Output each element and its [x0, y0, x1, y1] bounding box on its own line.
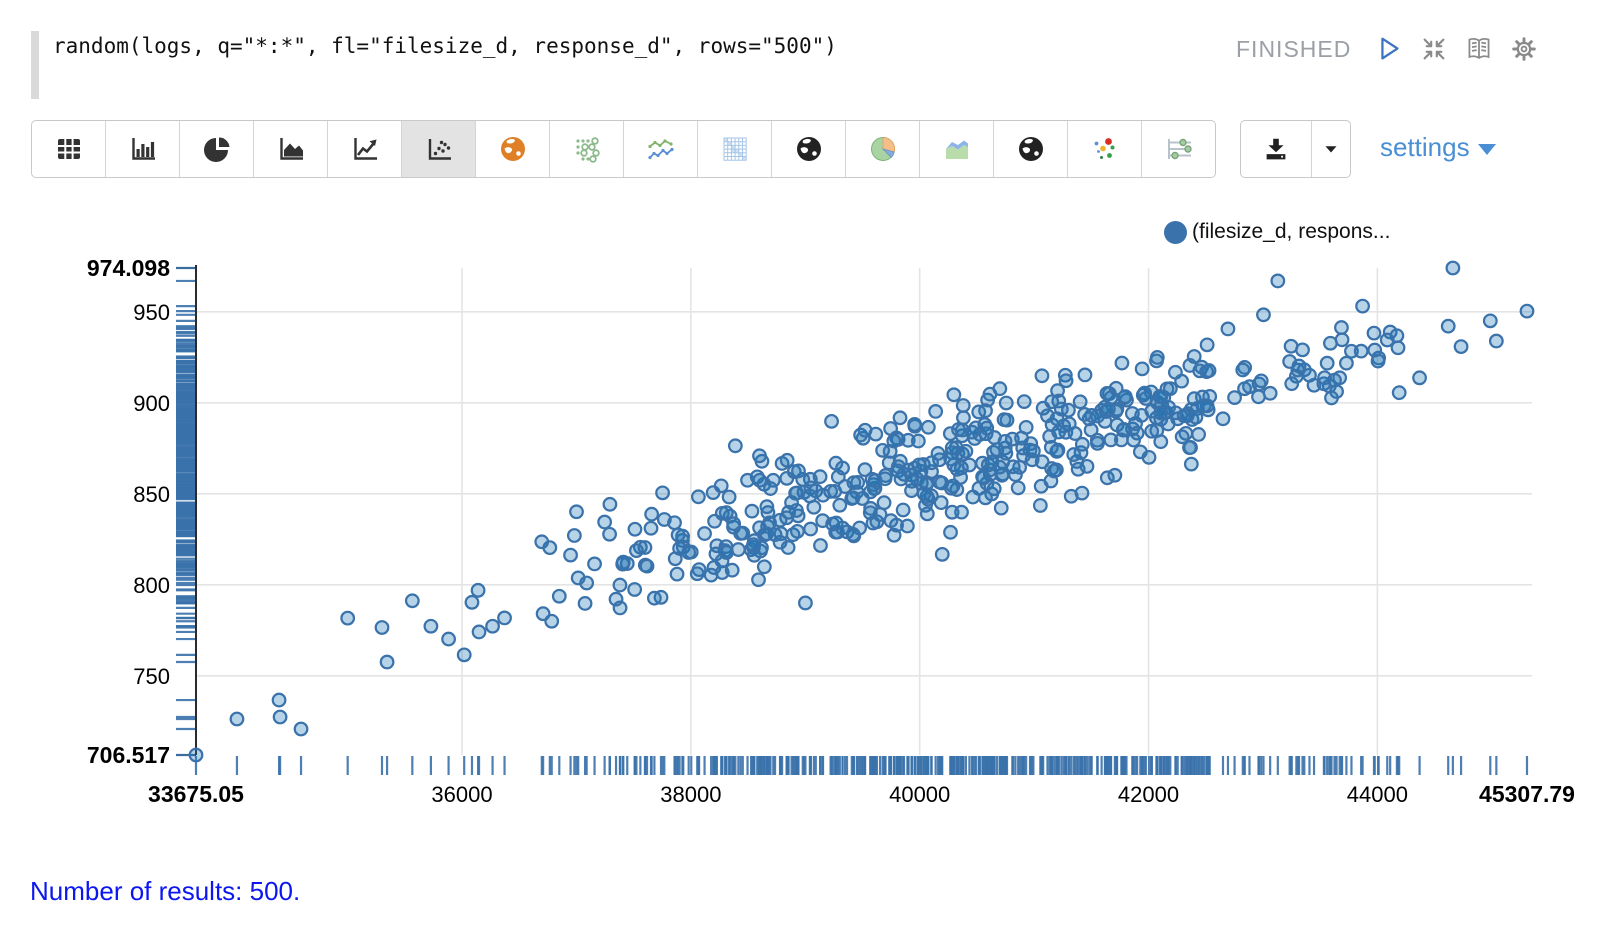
chart-type-pie-button[interactable]: [179, 121, 253, 177]
chart-type-line-button[interactable]: [327, 121, 401, 177]
chart-type-globe-dark2-button[interactable]: [993, 121, 1067, 177]
chart-type-toolbar: [31, 120, 1216, 178]
svg-text:974.098: 974.098: [87, 255, 170, 281]
globe-dark-icon: [1015, 133, 1047, 165]
svg-text:42000: 42000: [1118, 782, 1179, 807]
chart-type-pie-pastel-button[interactable]: [845, 121, 919, 177]
globe-dark-icon: [793, 133, 825, 165]
pie-pastel-icon: [867, 133, 899, 165]
area-chart-icon: [275, 133, 307, 165]
pie-chart-icon: [201, 133, 233, 165]
chart-type-table-button[interactable]: [32, 121, 105, 177]
settings-dropdown[interactable]: settings: [1380, 132, 1496, 163]
settings-label: settings: [1380, 132, 1470, 163]
chart-type-scatter-button[interactable]: [401, 121, 475, 177]
svg-text:38000: 38000: [660, 782, 721, 807]
svg-text:800: 800: [133, 573, 170, 598]
chart-type-bubble-button[interactable]: [1067, 121, 1141, 177]
bar-chart-icon: [127, 133, 159, 165]
svg-text:750: 750: [133, 664, 170, 689]
svg-text:900: 900: [133, 391, 170, 416]
chart-type-scatter-matrix-button[interactable]: [549, 121, 623, 177]
svg-text:45307.79: 45307.79: [1479, 781, 1575, 807]
diagonal-matrix-icon: [719, 133, 751, 165]
paragraph-controls: FINISHED: [1236, 34, 1539, 64]
run-icon[interactable]: [1374, 34, 1404, 64]
multi-line-icon: [645, 133, 677, 165]
chart-type-map-button[interactable]: [475, 121, 549, 177]
download-icon: [1261, 134, 1291, 164]
scatter-plot-icon: [423, 133, 455, 165]
chart-type-dot-sliders-button[interactable]: [1141, 121, 1215, 177]
table-icon: [53, 133, 85, 165]
svg-text:706.517: 706.517: [87, 742, 170, 768]
caret-down-icon: [1320, 138, 1342, 160]
chart-type-diagonal-matrix-button[interactable]: [697, 121, 771, 177]
chart-type-area-pastel-button[interactable]: [919, 121, 993, 177]
results-count-text: Number of results: 500.: [30, 876, 300, 907]
svg-text:33675.05: 33675.05: [148, 781, 244, 807]
svg-text:850: 850: [133, 482, 170, 507]
line-chart-icon: [349, 133, 381, 165]
zeppelin-paragraph: random(logs, q="*:*", fl="filesize_d, re…: [0, 0, 1608, 952]
caret-down-icon: [1478, 144, 1496, 155]
svg-text:950: 950: [133, 300, 170, 325]
chart-type-area-button[interactable]: [253, 121, 327, 177]
bubble-colored-icon: [1089, 133, 1121, 165]
status-badge: FINISHED: [1236, 36, 1351, 63]
chart-type-bar-button[interactable]: [105, 121, 179, 177]
chart-type-multiline-button[interactable]: [623, 121, 697, 177]
gear-icon[interactable]: [1509, 34, 1539, 64]
svg-text:36000: 36000: [431, 782, 492, 807]
code-input[interactable]: random(logs, q="*:*", fl="filesize_d, re…: [53, 34, 837, 58]
area-pastel-icon: [941, 133, 973, 165]
book-icon[interactable]: [1464, 34, 1494, 64]
collapse-icon[interactable]: [1419, 34, 1449, 64]
chart-type-globe-dark-button[interactable]: [771, 121, 845, 177]
download-options-button[interactable]: [1311, 121, 1350, 177]
editor-gutter: [31, 31, 39, 99]
globe-orange-icon: [497, 133, 529, 165]
chart-area: 974.098 706.517 750 800 850 900 950 33675.05 453…: [0, 212, 1608, 812]
svg-text:44000: 44000: [1347, 782, 1408, 807]
svg-text:40000: 40000: [889, 782, 950, 807]
scatter-matrix-icon: [571, 133, 603, 165]
download-button[interactable]: [1241, 121, 1311, 177]
dot-sliders-icon: [1163, 133, 1195, 165]
download-split-button: [1240, 120, 1351, 178]
scatter-chart[interactable]: 974.098 706.517 750 800 850 900 950 33675.05 453…: [0, 212, 1608, 812]
